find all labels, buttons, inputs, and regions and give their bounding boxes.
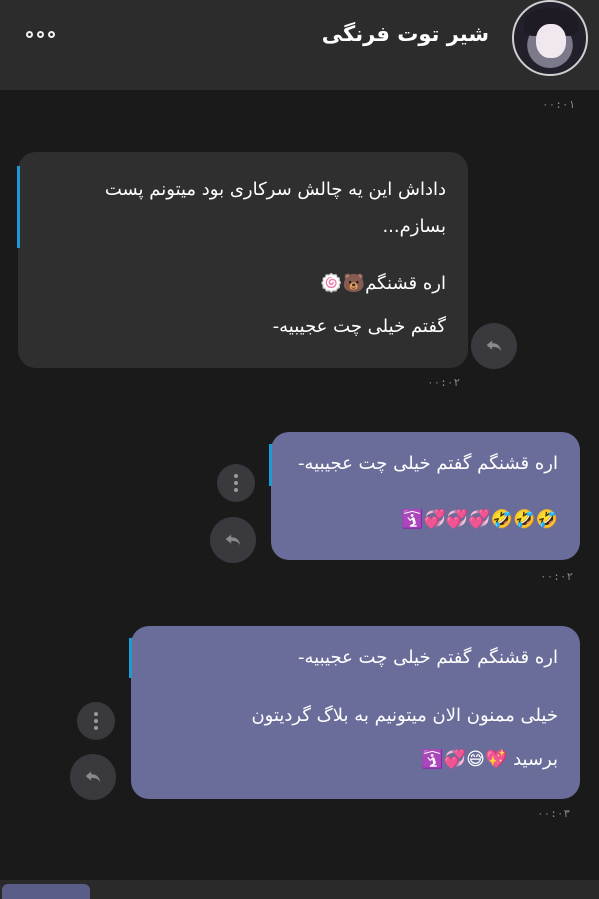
message-text: برسید 💖😅💞🛐 xyxy=(421,749,558,770)
message-text: اره قشنگم گفتم خیلی چت عجیبیه- xyxy=(298,453,558,474)
chat-header: شیر توت فرنگی xyxy=(0,0,599,90)
chat-title[interactable]: شیر توت فرنگی xyxy=(322,22,489,46)
reply-icon[interactable] xyxy=(210,517,256,563)
message-text: بسازم... xyxy=(382,216,446,237)
timestamp: ۰۰:۰۲ xyxy=(427,376,461,389)
reply-icon[interactable] xyxy=(471,323,517,369)
message-text: گفتم خیلی چت عجیبیه- xyxy=(272,316,446,337)
dot xyxy=(48,30,55,38)
more-options-icon[interactable] xyxy=(26,26,66,42)
bottom-tab[interactable] xyxy=(2,884,90,899)
message-bubble-received[interactable]: داداش این یه چالش سرکاری بود میتونم پست … xyxy=(18,152,468,368)
message-text: داداش این یه چالش سرکاری بود میتونم پست xyxy=(104,179,446,200)
timestamp: ۰۰:۰۲ xyxy=(540,570,574,583)
dot xyxy=(37,30,44,38)
accent-bar xyxy=(17,166,20,248)
timestamp: ۰۰:۰۳ xyxy=(537,807,571,820)
reply-icon[interactable] xyxy=(70,754,116,800)
message-bubble-sent[interactable]: اره قشنگم گفتم خیلی چت عجیبیه- خیلی ممنو… xyxy=(131,626,580,799)
avatar[interactable] xyxy=(512,0,588,76)
message-text: اره قشنگم گفتم خیلی چت عجیبیه- xyxy=(298,647,558,668)
message-text: 🤣🤣🤣💞💞💞🛐 xyxy=(401,509,558,530)
message-options-icon[interactable] xyxy=(217,464,255,502)
avatar-face xyxy=(536,24,566,58)
dot xyxy=(26,30,33,38)
message-bubble-sent[interactable]: اره قشنگم گفتم خیلی چت عجیبیه- 🤣🤣🤣💞💞💞🛐 xyxy=(271,432,580,560)
accent-bar xyxy=(269,444,272,486)
accent-bar xyxy=(129,638,132,678)
message-text: اره قشنگم🐻🍥 xyxy=(320,273,446,294)
message-text: خیلی ممنون الان میتونیم به بلاگ گردیتون xyxy=(251,705,558,726)
message-options-icon[interactable] xyxy=(77,702,115,740)
timestamp: ۰۰:۰۱ xyxy=(542,98,576,111)
